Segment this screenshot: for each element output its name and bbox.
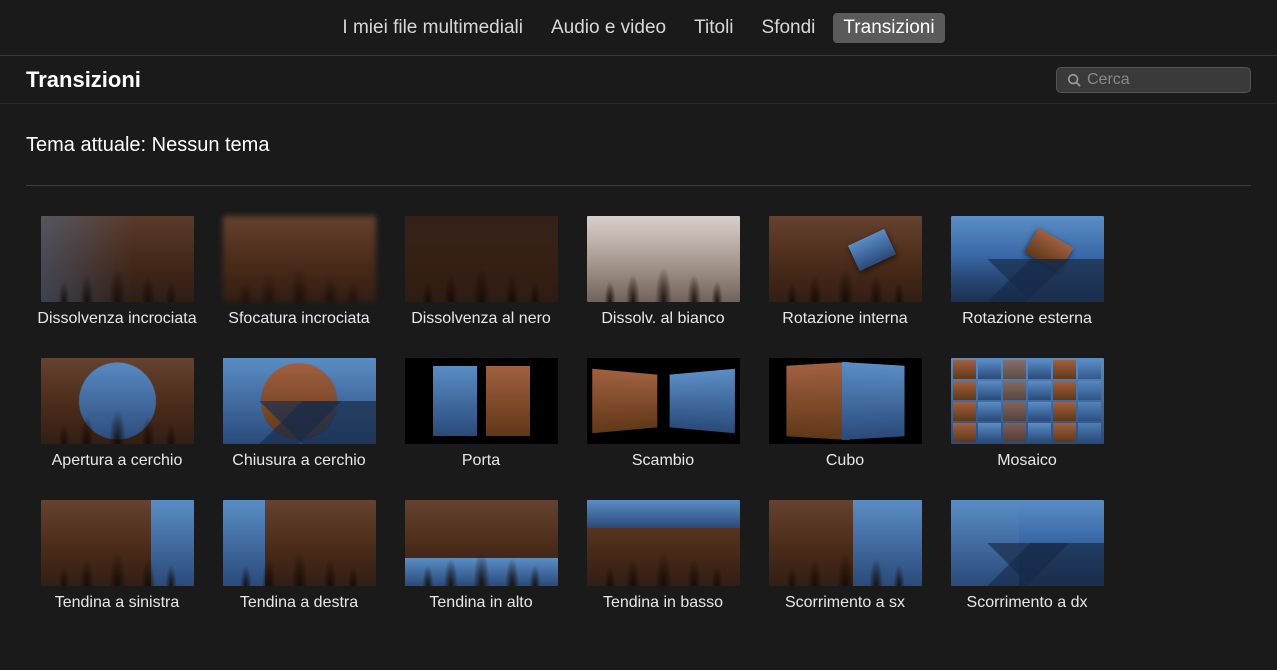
- transition-item-doorway[interactable]: Porta: [390, 358, 572, 470]
- tab-my-media[interactable]: I miei file multimediali: [332, 13, 533, 43]
- theme-prefix: Tema attuale:: [26, 134, 152, 156]
- page-title: Transizioni: [26, 67, 141, 93]
- tab-backgrounds[interactable]: Sfondi: [752, 13, 826, 43]
- transition-label: Rotazione esterna: [962, 310, 1092, 328]
- transition-item-mosaic[interactable]: Mosaico: [936, 358, 1118, 470]
- transition-item-wipe-down[interactable]: Tendina in basso: [572, 500, 754, 612]
- transition-label: Tendina in basso: [603, 594, 723, 612]
- transition-item-fade-white[interactable]: Dissolv. al bianco: [572, 216, 754, 328]
- transition-item-cross-blur[interactable]: Sfocatura incrociata: [208, 216, 390, 328]
- transition-label: Dissolvenza incrociata: [37, 310, 196, 328]
- search-icon: [1067, 73, 1081, 87]
- transition-label: Scambio: [632, 452, 694, 470]
- transition-label: Dissolvenza al nero: [411, 310, 551, 328]
- transition-item-cube[interactable]: Cubo: [754, 358, 936, 470]
- transition-item-spin-in[interactable]: Rotazione interna: [754, 216, 936, 328]
- transition-item-fade-black[interactable]: Dissolvenza al nero: [390, 216, 572, 328]
- tab-titles[interactable]: Titoli: [684, 13, 743, 43]
- transition-item-circle-open[interactable]: Apertura a cerchio: [26, 358, 208, 470]
- transition-item-wipe-right[interactable]: Tendina a destra: [208, 500, 390, 612]
- transition-item-cross-dissolve[interactable]: Dissolvenza incrociata: [26, 216, 208, 328]
- transition-item-wipe-left[interactable]: Tendina a sinistra: [26, 500, 208, 612]
- transition-label: Chiusura a cerchio: [232, 452, 365, 470]
- transition-item-slide-left[interactable]: Scorrimento a sx: [754, 500, 936, 612]
- content-area: Tema attuale: Nessun tema Dissolvenza in…: [0, 104, 1277, 612]
- transition-item-wipe-up[interactable]: Tendina in alto: [390, 500, 572, 612]
- transition-label: Dissolv. al bianco: [601, 310, 724, 328]
- transition-label: Rotazione interna: [782, 310, 907, 328]
- theme-value: Nessun tema: [152, 134, 270, 156]
- transition-label: Tendina in alto: [429, 594, 532, 612]
- tab-transitions[interactable]: Transizioni: [833, 13, 944, 43]
- transition-label: Mosaico: [997, 452, 1057, 470]
- transition-label: Apertura a cerchio: [52, 452, 183, 470]
- search-input[interactable]: [1087, 71, 1240, 89]
- transitions-grid: Dissolvenza incrociata Sfocatura incrocia…: [26, 216, 1251, 612]
- tab-audio-video[interactable]: Audio e video: [541, 13, 676, 43]
- transition-item-circle-close[interactable]: Chiusura a cerchio: [208, 358, 390, 470]
- transition-label: Porta: [462, 452, 500, 470]
- transition-item-swap[interactable]: Scambio: [572, 358, 754, 470]
- transition-label: Cubo: [826, 452, 864, 470]
- transition-item-slide-right[interactable]: Scorrimento a dx: [936, 500, 1118, 612]
- search-box[interactable]: [1056, 67, 1251, 93]
- transition-label: Tendina a destra: [240, 594, 358, 612]
- browser-tabs: I miei file multimediali Audio e video T…: [0, 0, 1277, 56]
- theme-line: Tema attuale: Nessun tema: [26, 134, 1251, 186]
- sub-header: Transizioni: [0, 56, 1277, 104]
- transition-label: Scorrimento a sx: [785, 594, 905, 612]
- transition-label: Sfocatura incrociata: [228, 310, 369, 328]
- transition-label: Tendina a sinistra: [55, 594, 180, 612]
- transition-label: Scorrimento a dx: [967, 594, 1088, 612]
- transition-item-spin-out[interactable]: Rotazione esterna: [936, 216, 1118, 328]
